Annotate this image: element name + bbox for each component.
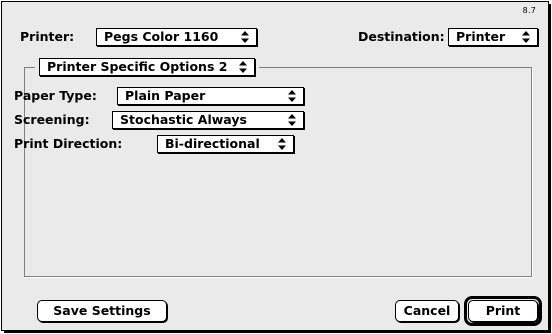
up-down-arrows-icon (280, 88, 303, 104)
destination-popup-value: Printer (456, 29, 506, 44)
up-down-arrows-icon (514, 29, 537, 45)
paper-type-popup[interactable]: Plain Paper (117, 87, 304, 105)
window-shadow-bottom (4, 331, 551, 333)
destination-label: Destination: (358, 29, 445, 44)
screening-popup-value: Stochastic Always (120, 112, 247, 127)
print-direction-label: Print Direction: (14, 136, 123, 151)
printer-popup-value: Pegs Color 1160 (104, 29, 219, 44)
up-down-arrows-icon (231, 59, 254, 75)
screening-popup[interactable]: Stochastic Always (112, 111, 304, 129)
paper-type-label: Paper Type: (14, 88, 97, 103)
print-dialog: 8.7 Printer: Pegs Color 1160 Destination… (1, 1, 549, 331)
window-shadow-right (549, 4, 551, 333)
printer-label: Printer: (20, 29, 75, 44)
printer-popup[interactable]: Pegs Color 1160 (96, 28, 257, 46)
paper-type-popup-value: Plain Paper (125, 88, 206, 103)
print-direction-popup[interactable]: Bi-directional (157, 135, 294, 153)
version-label: 8.7 (522, 6, 536, 15)
panel-popup-value: Printer Specific Options 2 (47, 59, 228, 74)
up-down-arrows-icon (233, 29, 256, 45)
print-direction-popup-value: Bi-directional (165, 136, 260, 151)
save-settings-button[interactable]: Save Settings (37, 300, 167, 322)
screening-label: Screening: (14, 112, 90, 127)
up-down-arrows-icon (280, 112, 303, 128)
print-button[interactable]: Print (468, 300, 538, 322)
up-down-arrows-icon (270, 136, 293, 152)
destination-popup[interactable]: Printer (448, 28, 538, 46)
panel-popup[interactable]: Printer Specific Options 2 (39, 58, 255, 76)
cancel-button[interactable]: Cancel (395, 300, 459, 322)
